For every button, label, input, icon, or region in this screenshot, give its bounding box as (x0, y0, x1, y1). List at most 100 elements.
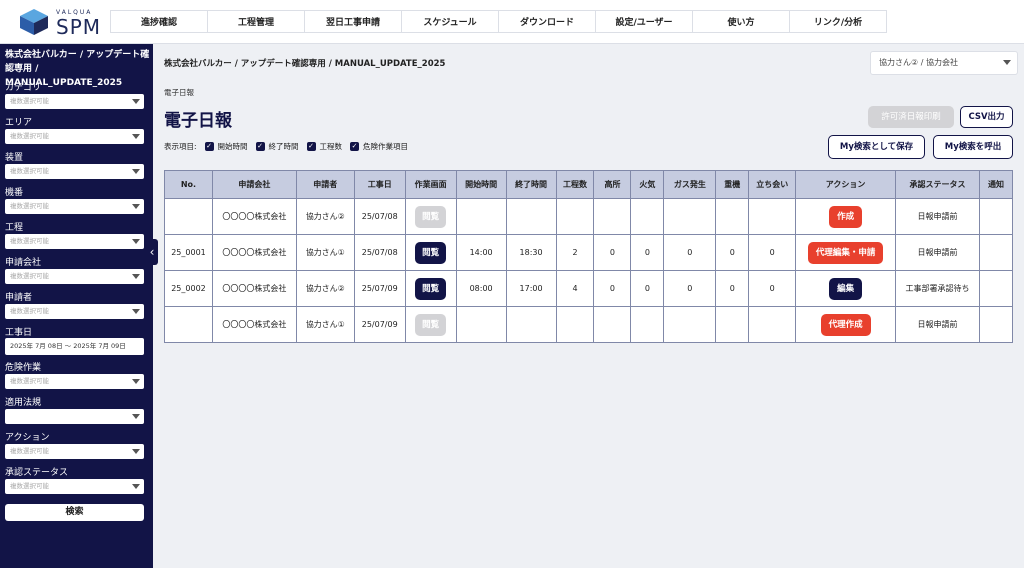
cell-height (593, 198, 632, 235)
filter-label-action: アクション (5, 433, 50, 443)
filter-select-category[interactable]: 複数選択可能 (5, 94, 144, 109)
cell-status: 日報申請前 (895, 306, 980, 343)
cell-steps (555, 198, 595, 235)
filter-select-machine-no[interactable]: 複数選択可能 (5, 199, 144, 214)
chevron-down-icon (132, 309, 140, 314)
cell-gas: 0 (663, 270, 717, 307)
chevron-down-icon (132, 414, 140, 419)
create-button[interactable]: 作成 (829, 205, 863, 228)
filter-label-category: カテゴリ (5, 83, 42, 93)
cell-applicant: 協力さん① (295, 306, 355, 343)
cell-notice (978, 198, 1014, 235)
cell-action: 代理編集・申請 (795, 234, 897, 271)
checkbox-label: 開始時間 (217, 142, 248, 151)
cell-end: 18:30 (505, 234, 557, 271)
filter-select-approval-status[interactable]: 複数選択可能 (5, 479, 144, 494)
filter-select-hazard-work[interactable]: 複数選択可能 (5, 374, 144, 389)
print-approved-reports-button[interactable]: 許可済日報印刷 (868, 106, 954, 128)
load-my-search-button[interactable]: My検索を呼出 (933, 135, 1013, 159)
cell-height (593, 306, 632, 343)
table-row: 25_0001 〇〇〇〇株式会社 協力さん① 25/07/08 閲覧 14:00… (164, 234, 1014, 271)
column-header: 開始時間 (455, 170, 507, 199)
cell-view: 閲覧 (404, 198, 457, 235)
save-my-search-button[interactable]: My検索として保存 (828, 135, 925, 159)
cell-heavy: 0 (715, 270, 750, 307)
nav-process-management[interactable]: 工程管理 (207, 10, 305, 33)
column-header: 作業画面 (404, 170, 457, 199)
checkbox-step-count[interactable]: ✓ 工程数 (306, 141, 343, 152)
cell-witness (748, 306, 797, 343)
daily-report-table: No. 申請会社 申請者 工事日 作業画面 開始時間 終了時間 工程数 高所 火… (164, 170, 1014, 343)
column-header: ガス発生 (663, 170, 717, 199)
filter-select-equipment[interactable]: 複数選択可能 (5, 164, 144, 179)
cell-start (455, 306, 507, 343)
checkbox-checked-icon: ✓ (306, 142, 316, 151)
chevron-down-icon (132, 379, 140, 384)
checkbox-start-time[interactable]: ✓ 開始時間 (204, 141, 248, 152)
user-company-select[interactable]: 協力さん② / 協力会社 (870, 51, 1018, 75)
cell-end (505, 306, 557, 343)
cell-notice (978, 306, 1014, 343)
table-row: 25_0002 〇〇〇〇株式会社 協力さん② 25/07/09 閲覧 08:00… (164, 270, 1014, 307)
cell-action: 編集 (795, 270, 897, 307)
checkbox-hazard-items[interactable]: ✓ 危険作業項目 (350, 141, 408, 152)
filter-select-action[interactable]: 複数選択可能 (5, 444, 144, 459)
cell-view: 閲覧 (404, 270, 457, 307)
nav-download[interactable]: ダウンロード (498, 10, 596, 33)
cell-action: 作成 (795, 198, 897, 235)
filter-label-applicant-company: 申請会社 (5, 258, 42, 268)
filter-label-equipment: 装置 (5, 153, 24, 163)
chevron-down-icon (132, 134, 140, 139)
nav-next-day-application[interactable]: 翌日工事申請 (304, 10, 402, 33)
filter-select-regulations[interactable] (5, 409, 144, 424)
nav-links-analysis[interactable]: リンク/分析 (789, 10, 887, 33)
filter-select-applicant-company[interactable]: 複数選択可能 (5, 269, 144, 284)
nav-schedule[interactable]: スケジュール (401, 10, 499, 33)
column-header: アクション (795, 170, 897, 199)
cell-status: 日報申請前 (895, 234, 980, 271)
cell-heavy (715, 198, 750, 235)
nav-progress[interactable]: 進捗確認 (110, 10, 208, 33)
cell-view: 閲覧 (404, 306, 457, 343)
proxy-edit-apply-button[interactable]: 代理編集・申請 (807, 241, 884, 264)
csv-export-button[interactable]: CSV出力 (960, 106, 1013, 128)
view-button[interactable]: 閲覧 (415, 313, 447, 336)
proxy-create-button[interactable]: 代理作成 (820, 313, 871, 336)
cell-height: 0 (593, 234, 632, 271)
edit-button[interactable]: 編集 (829, 277, 863, 300)
filter-label-machine-no: 機番 (5, 188, 24, 198)
cell-heavy (715, 306, 750, 343)
cell-start (455, 198, 507, 235)
nav-how-to-use[interactable]: 使い方 (692, 10, 790, 33)
logo-cube-icon (20, 9, 48, 35)
cell-applicant: 協力さん① (295, 234, 355, 271)
cell-fire (630, 198, 665, 235)
column-header: 火気 (630, 170, 665, 199)
filter-placeholder: 複数選択可能 (10, 167, 49, 175)
view-button[interactable]: 閲覧 (415, 241, 447, 264)
checkbox-label: 工程数 (319, 142, 343, 151)
table-header-row: No. 申請会社 申請者 工事日 作業画面 開始時間 終了時間 工程数 高所 火… (164, 170, 1014, 199)
date-range-input[interactable]: 2025年 7月 08日 〜 2025年 7月 09日 (5, 338, 144, 355)
column-header: 立ち会い (748, 170, 797, 199)
nav-settings-users[interactable]: 設定/ユーザー (595, 10, 693, 33)
filter-select-process[interactable]: 複数選択可能 (5, 234, 144, 249)
checkbox-end-time[interactable]: ✓ 終了時間 (255, 141, 299, 152)
filter-select-applicant[interactable]: 複数選択可能 (5, 304, 144, 319)
search-button[interactable]: 検索 (5, 504, 144, 521)
breadcrumb: 株式会社バルカー / アップデート確認専用 / MANUAL_UPDATE_20… (164, 59, 446, 69)
filter-select-area[interactable]: 複数選択可能 (5, 129, 144, 144)
filter-placeholder: 複数選択可能 (10, 377, 49, 385)
view-button[interactable]: 閲覧 (415, 205, 447, 228)
cell-start: 08:00 (455, 270, 507, 307)
table-row: 〇〇〇〇株式会社 協力さん② 25/07/08 閲覧 作成 日報申請前 (164, 198, 1014, 235)
filter-placeholder: 複数選択可能 (10, 132, 49, 140)
display-items-label: 表示項目: (164, 142, 197, 151)
column-header: 申請会社 (211, 170, 297, 199)
column-header: 工程数 (555, 170, 595, 199)
view-button[interactable]: 閲覧 (415, 277, 447, 300)
cell-gas: 0 (663, 234, 717, 271)
filter-placeholder: 複数選択可能 (10, 97, 49, 105)
column-header: 終了時間 (505, 170, 557, 199)
valqua-spm-logo[interactable]: VALQUA SPM (18, 6, 108, 39)
